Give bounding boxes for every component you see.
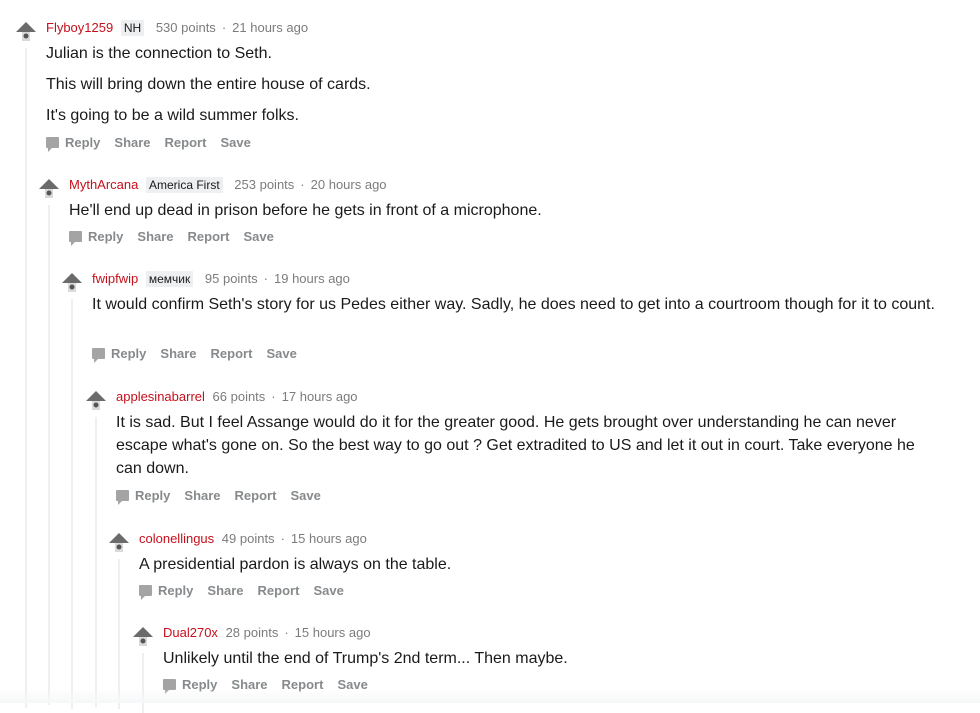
- separator-dot: ·: [300, 177, 305, 192]
- reply-button[interactable]: Reply: [46, 134, 100, 152]
- comment-paragraph: It is sad. But I feel Assange would do i…: [116, 414, 915, 477]
- author-link[interactable]: Flyboy1259: [46, 20, 113, 35]
- points: 49 points: [221, 531, 275, 546]
- share-button[interactable]: Share: [160, 345, 196, 363]
- thread-line[interactable]: [142, 653, 144, 713]
- author-link[interactable]: Dual270x: [163, 625, 218, 640]
- comment-icon: [116, 490, 129, 505]
- timestamp[interactable]: 15 hours ago: [291, 531, 367, 546]
- avatar-icon[interactable]: [131, 625, 155, 649]
- comment-flyboy1259: Flyboy1259 NH 530 points · 21 hours ago Ju…: [14, 20, 980, 708]
- reply-button[interactable]: Reply: [116, 487, 170, 505]
- avatar-icon[interactable]: [37, 177, 61, 201]
- avatar-icon[interactable]: [107, 531, 131, 555]
- save-button[interactable]: Save: [243, 228, 273, 246]
- comment-icon: [139, 585, 152, 600]
- user-flair: NH: [120, 20, 145, 36]
- save-button[interactable]: Save: [313, 582, 343, 600]
- thread-line[interactable]: [118, 559, 120, 709]
- avatar-icon[interactable]: [84, 389, 108, 413]
- comment-body: Julian is the connection to Seth. This w…: [46, 42, 940, 135]
- comment-body: It would confirm Seth's story for us Ped…: [92, 293, 940, 324]
- comment-header: Dual270x 28 points · 15 hours ago: [163, 625, 371, 641]
- avatar-icon[interactable]: [14, 20, 38, 44]
- comment-paragraph: Unlikely until the end of Trump's 2nd te…: [163, 650, 568, 667]
- points: 95 points: [204, 271, 258, 286]
- share-button[interactable]: Share: [207, 582, 243, 600]
- author-link[interactable]: MythArcana: [69, 177, 138, 192]
- timestamp[interactable]: 15 hours ago: [295, 625, 371, 640]
- comment-body: Unlikely until the end of Trump's 2nd te…: [163, 647, 940, 678]
- thread-line[interactable]: [95, 417, 97, 707]
- comment-header: MythArcana America First 253 points · 20 h…: [69, 177, 387, 193]
- thread-line[interactable]: [71, 299, 73, 709]
- comment-body: A presidential pardon is always on the t…: [139, 553, 940, 584]
- comment-paragraph: Julian is the connection to Seth.: [46, 45, 272, 62]
- report-button[interactable]: Report: [165, 134, 207, 152]
- comment-actions: Reply Share Report Save: [69, 228, 288, 246]
- author-link[interactable]: fwipfwip: [92, 271, 138, 286]
- comment-colonellingus: colonellingus 49 points · 15 hours ago A p…: [107, 531, 980, 709]
- comment-mytharcana: MythArcana America First 253 points · 20 h…: [37, 177, 980, 705]
- author-link[interactable]: colonellingus: [139, 531, 214, 546]
- comment-icon: [92, 348, 105, 363]
- comment-actions: Reply Share Report Save: [92, 345, 311, 363]
- share-button[interactable]: Share: [114, 134, 150, 152]
- comment-header: colonellingus 49 points · 15 hours ago: [139, 531, 367, 547]
- points: 28 points: [225, 625, 279, 640]
- separator-dot: ·: [271, 389, 276, 404]
- timestamp[interactable]: 17 hours ago: [282, 389, 358, 404]
- save-button[interactable]: Save: [220, 134, 250, 152]
- save-button[interactable]: Save: [266, 345, 296, 363]
- share-button[interactable]: Share: [137, 228, 173, 246]
- reply-button[interactable]: Reply: [139, 582, 193, 600]
- comment-paragraph: A presidential pardon is always on the t…: [139, 556, 452, 573]
- comment-paragraph: He'll end up dead in prison before he ge…: [69, 202, 542, 219]
- timestamp[interactable]: 21 hours ago: [232, 20, 308, 35]
- comment-paragraph: It would confirm Seth's story for us Ped…: [92, 296, 935, 313]
- separator-dot: ·: [284, 625, 289, 640]
- report-button[interactable]: Report: [235, 487, 277, 505]
- separator-dot: ·: [221, 20, 227, 35]
- timestamp[interactable]: 20 hours ago: [311, 177, 387, 192]
- comment-fwipfwip: fwipfwip мемчик 95 points · 19 hours ago I…: [60, 271, 980, 709]
- comment-header: Flyboy1259 NH 530 points · 21 hours ago: [46, 20, 308, 36]
- share-button[interactable]: Share: [184, 487, 220, 505]
- separator-dot: ·: [263, 271, 268, 286]
- reply-button[interactable]: Reply: [69, 228, 123, 246]
- author-link[interactable]: applesinabarrel: [116, 389, 205, 404]
- comment-body: He'll end up dead in prison before he ge…: [69, 199, 940, 230]
- comment-icon: [69, 231, 82, 246]
- user-flair: America First: [146, 177, 223, 193]
- avatar-icon[interactable]: [60, 271, 84, 295]
- comment-actions: Reply Share Report Save: [46, 134, 265, 152]
- report-button[interactable]: Report: [258, 582, 300, 600]
- thread-line[interactable]: [25, 48, 27, 708]
- report-button[interactable]: Report: [211, 345, 253, 363]
- comment-paragraph: It's going to be a wild summer folks.: [46, 107, 299, 124]
- comment-actions: Reply Share Report Save: [139, 582, 358, 600]
- comment-header: fwipfwip мемчик 95 points · 19 hours ago: [92, 271, 350, 287]
- points: 66 points: [212, 389, 266, 404]
- comment-icon: [46, 137, 59, 152]
- comment-header: applesinabarrel 66 points · 17 hours ago: [116, 389, 358, 405]
- comment-applesinabarrel: applesinabarrel 66 points · 17 hours ago I…: [84, 389, 980, 707]
- save-button[interactable]: Save: [290, 487, 320, 505]
- points: 253 points: [234, 177, 295, 192]
- comment-actions: Reply Share Report Save: [116, 487, 335, 505]
- separator-dot: ·: [280, 531, 285, 546]
- thread-line[interactable]: [48, 205, 50, 705]
- points: 530 points: [155, 20, 216, 35]
- report-button[interactable]: Report: [188, 228, 230, 246]
- comment-paragraph: This will bring down the entire house of…: [46, 76, 371, 93]
- reply-button[interactable]: Reply: [92, 345, 146, 363]
- comment-body: It is sad. But I feel Assange would do i…: [116, 411, 940, 488]
- user-flair: мемчик: [145, 271, 194, 287]
- bottom-fade: [0, 689, 980, 703]
- timestamp[interactable]: 19 hours ago: [274, 271, 350, 286]
